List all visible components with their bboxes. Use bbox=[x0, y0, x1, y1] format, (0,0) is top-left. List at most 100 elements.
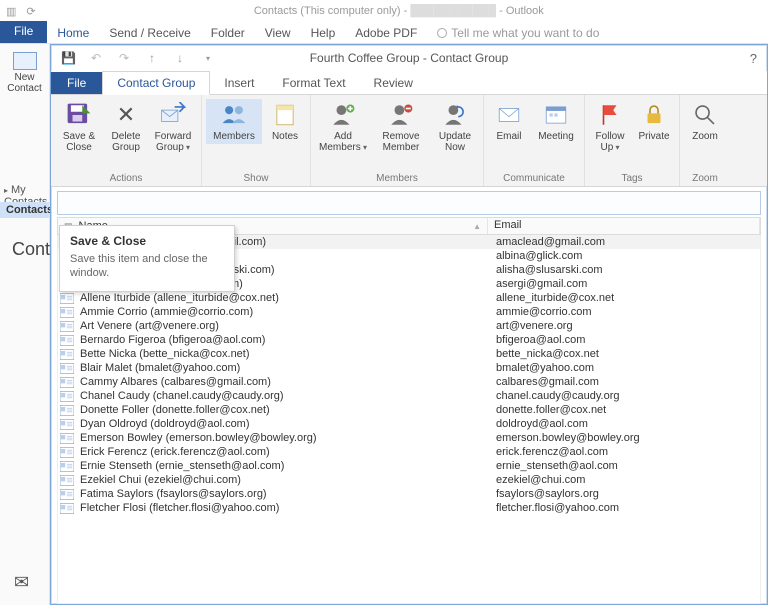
main-nav-pane: New Contact My Contacts Contacts Cont ✉ bbox=[0, 44, 50, 605]
delete-group-button[interactable]: ✕ Delete Group bbox=[105, 99, 147, 155]
cg-tab-contact-group[interactable]: Contact Group bbox=[102, 71, 210, 95]
cg-tab-format-text[interactable]: Format Text bbox=[268, 72, 359, 94]
ribbon-group-label: Communicate bbox=[484, 172, 584, 186]
member-row[interactable]: Ammie Corrio (ammie@corrio.com)ammie@cor… bbox=[58, 305, 760, 319]
column-header-email[interactable]: Email bbox=[488, 218, 760, 234]
member-row[interactable]: Blair Malet (bmalet@yahoo.com)bmalet@yah… bbox=[58, 361, 760, 375]
meeting-button[interactable]: Meeting bbox=[532, 99, 580, 144]
member-row[interactable]: Bernardo Figeroa (bfigeroa@aol.com)bfige… bbox=[58, 333, 760, 347]
member-email: doldroyd@aol.com bbox=[490, 418, 760, 430]
contacts-folder-selected[interactable]: Contacts bbox=[0, 202, 49, 218]
qat-prev-icon[interactable]: ↑ bbox=[145, 51, 159, 65]
member-row[interactable]: Donette Foller (donette.foller@cox.net)d… bbox=[58, 403, 760, 417]
save-and-close-tooltip: Save & Close Save this item and close th… bbox=[59, 225, 235, 292]
follow-up-button[interactable]: Follow Up bbox=[589, 99, 631, 155]
contact-card-icon bbox=[60, 447, 74, 458]
main-titlebar: ▥ ⟳ Contacts (This computer only) - ████… bbox=[0, 0, 768, 22]
member-row[interactable]: Cammy Albares (calbares@gmail.com)calbar… bbox=[58, 375, 760, 389]
member-row[interactable]: Bette Nicka (bette_nicka@cox.net)bette_n… bbox=[58, 347, 760, 361]
ribbon-group-label: Members bbox=[311, 172, 483, 186]
qat-undo-icon[interactable]: ↶ bbox=[89, 51, 103, 65]
qat-redo-icon[interactable]: ↷ bbox=[117, 51, 131, 65]
main-tab-help[interactable]: Help bbox=[301, 23, 346, 43]
main-tab-file[interactable]: File bbox=[0, 21, 47, 43]
member-row[interactable]: Ezekiel Chui (ezekiel@chui.com)ezekiel@c… bbox=[58, 473, 760, 487]
save-and-close-button[interactable]: Save & Close bbox=[55, 99, 103, 155]
main-tab-folder[interactable]: Folder bbox=[201, 23, 255, 43]
member-email: calbares@gmail.com bbox=[490, 376, 760, 388]
qat-save-icon[interactable]: ▥ bbox=[6, 5, 16, 18]
notes-button[interactable]: Notes bbox=[264, 99, 306, 144]
member-row[interactable]: Fletcher Flosi (fletcher.flosi@yahoo.com… bbox=[58, 501, 760, 515]
main-tell-me[interactable]: Tell me what you want to do bbox=[427, 23, 609, 43]
contact-card-icon bbox=[13, 52, 37, 70]
ribbon-group-zoom: Zoom Zoom bbox=[680, 95, 730, 186]
contact-card-icon bbox=[60, 461, 74, 472]
member-email: alisha@slusarski.com bbox=[490, 264, 760, 276]
ribbon-group-members: Add Members Remove Member Update Now Mem… bbox=[311, 95, 484, 186]
mail-icon[interactable]: ✉ bbox=[14, 572, 29, 593]
qat-sendall-icon[interactable]: ⟳ bbox=[26, 5, 35, 18]
main-tab-sendreceive[interactable]: Send / Receive bbox=[99, 23, 200, 43]
member-row[interactable]: Chanel Caudy (chanel.caudy@caudy.org)cha… bbox=[58, 389, 760, 403]
member-row[interactable]: Art Venere (art@venere.org)art@venere.or… bbox=[58, 319, 760, 333]
qat-save-icon[interactable]: 💾 bbox=[61, 51, 75, 65]
main-tab-adobe[interactable]: Adobe PDF bbox=[345, 23, 427, 43]
member-email: asergi@gmail.com bbox=[490, 278, 760, 290]
email-icon bbox=[495, 101, 523, 129]
cg-tab-insert[interactable]: Insert bbox=[210, 72, 268, 94]
cg-ribbon: Save & Close ✕ Delete Group Forward Grou… bbox=[51, 95, 767, 187]
ribbon-group-show: Members Notes Show bbox=[202, 95, 311, 186]
contact-card-icon bbox=[60, 335, 74, 346]
member-name: Erick Ferencz (erick.ferencz@aol.com) bbox=[74, 446, 490, 458]
qat-customize-icon[interactable]: ▾ bbox=[201, 54, 215, 63]
cg-tab-file[interactable]: File bbox=[51, 72, 102, 94]
cg-tab-review[interactable]: Review bbox=[360, 72, 427, 94]
contact-card-icon bbox=[60, 307, 74, 318]
ribbon-group-label: Zoom bbox=[680, 172, 730, 186]
member-email: albina@glick.com bbox=[490, 250, 760, 262]
member-row[interactable]: Allene Iturbide (allene_iturbide@cox.net… bbox=[58, 291, 760, 305]
ribbon-group-label: Tags bbox=[585, 172, 679, 186]
zoom-button[interactable]: Zoom bbox=[684, 99, 726, 144]
contact-card-icon bbox=[60, 293, 74, 304]
members-icon bbox=[220, 101, 248, 129]
contact-card-icon bbox=[60, 433, 74, 444]
email-button[interactable]: Email bbox=[488, 99, 530, 144]
ribbon-group-actions: Save & Close ✕ Delete Group Forward Grou… bbox=[51, 95, 202, 186]
member-name: Emerson Bowley (emerson.bowley@bowley.or… bbox=[74, 432, 490, 444]
qat-next-icon[interactable]: ↓ bbox=[173, 51, 187, 65]
delete-icon: ✕ bbox=[112, 101, 140, 129]
member-email: bfigeroa@aol.com bbox=[490, 334, 760, 346]
member-name: Donette Foller (donette.foller@cox.net) bbox=[74, 404, 490, 416]
member-row[interactable]: Dyan Oldroyd (doldroyd@aol.com)doldroyd@… bbox=[58, 417, 760, 431]
group-name-field[interactable] bbox=[57, 191, 761, 215]
member-row[interactable]: Fatima Saylors (fsaylors@saylors.org)fsa… bbox=[58, 487, 760, 501]
ribbon-group-tags: Follow Up Private Tags bbox=[585, 95, 680, 186]
contact-card-icon bbox=[60, 363, 74, 374]
contact-card-icon bbox=[60, 503, 74, 514]
member-name: Fatima Saylors (fsaylors@saylors.org) bbox=[74, 488, 490, 500]
new-contact-button[interactable]: New Contact bbox=[0, 44, 49, 98]
member-name: Blair Malet (bmalet@yahoo.com) bbox=[74, 362, 490, 374]
members-button[interactable]: Members bbox=[206, 99, 262, 144]
add-members-button[interactable]: Add Members bbox=[315, 99, 371, 155]
forward-group-button[interactable]: Forward Group bbox=[149, 99, 197, 155]
member-name: Art Venere (art@venere.org) bbox=[74, 320, 490, 332]
member-row[interactable]: Emerson Bowley (emerson.bowley@bowley.or… bbox=[58, 431, 760, 445]
member-row[interactable]: Ernie Stenseth (ernie_stenseth@aol.com)e… bbox=[58, 459, 760, 473]
main-tab-home[interactable]: Home bbox=[47, 23, 99, 43]
main-tab-view[interactable]: View bbox=[255, 23, 301, 43]
member-name: Bernardo Figeroa (bfigeroa@aol.com) bbox=[74, 334, 490, 346]
update-now-button[interactable]: Update Now bbox=[431, 99, 479, 155]
private-button[interactable]: Private bbox=[633, 99, 675, 144]
contact-card-icon bbox=[60, 475, 74, 486]
member-name: Chanel Caudy (chanel.caudy@caudy.org) bbox=[74, 390, 490, 402]
member-row[interactable]: Erick Ferencz (erick.ferencz@aol.com)eri… bbox=[58, 445, 760, 459]
remove-member-button[interactable]: Remove Member bbox=[373, 99, 429, 155]
meeting-icon bbox=[542, 101, 570, 129]
ribbon-group-label: Show bbox=[202, 172, 310, 186]
contact-card-icon bbox=[60, 321, 74, 332]
cg-quick-access-toolbar: 💾 ↶ ↷ ↑ ↓ ▾ Fourth Coffee Group - Contac… bbox=[51, 45, 767, 71]
cg-help-button[interactable]: ? bbox=[750, 51, 757, 66]
